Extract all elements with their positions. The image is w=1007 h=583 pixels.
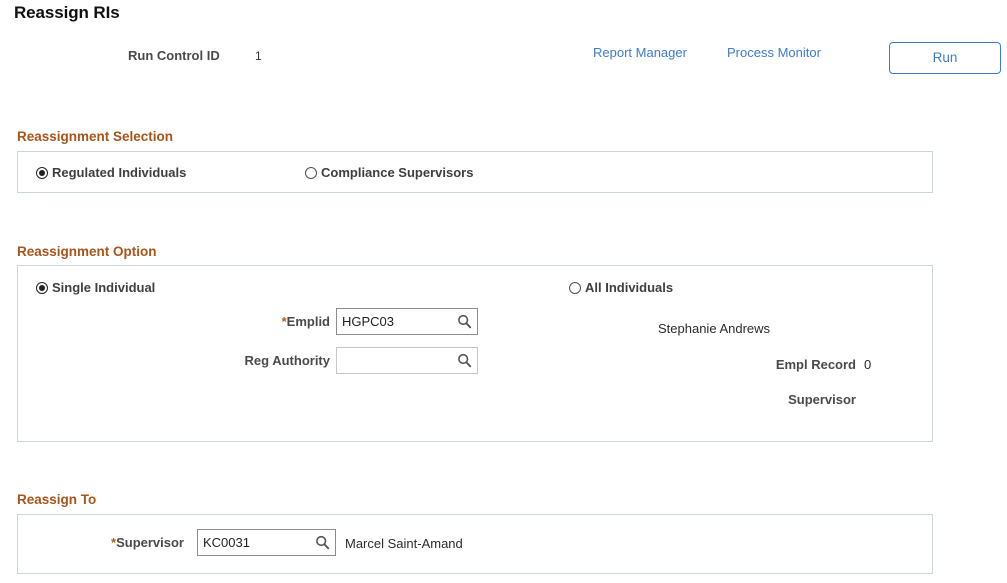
emplid-input[interactable] — [337, 309, 451, 334]
radio-single-individual-label: Single Individual — [52, 280, 156, 295]
radio-unselected-icon — [305, 166, 317, 179]
radio-selected-icon — [36, 166, 48, 179]
reg-authority-input[interactable] — [337, 348, 451, 373]
supervisor-readonly-label: Supervisor — [788, 392, 856, 407]
search-icon — [457, 353, 471, 368]
reassignment-option-header: Reassignment Option — [17, 244, 157, 259]
run-control-id-label: Run Control ID — [128, 48, 220, 63]
reassign-to-supervisor-label-text: Supervisor — [116, 535, 184, 550]
process-monitor-link[interactable]: Process Monitor — [727, 45, 821, 60]
radio-unselected-icon — [569, 281, 581, 294]
page-title: Reassign RIs — [14, 3, 120, 22]
radio-regulated-individuals-label: Regulated Individuals — [52, 165, 187, 180]
reg-authority-lookup-button[interactable] — [451, 348, 477, 373]
empl-record-label: Empl Record — [775, 357, 856, 372]
search-icon — [315, 535, 329, 550]
reassign-to-supervisor-name: Marcel Saint-Amand — [345, 536, 463, 551]
reassign-to-supervisor-field[interactable] — [197, 529, 336, 556]
radio-all-individuals[interactable]: All Individuals — [569, 280, 673, 295]
emplid-field[interactable] — [336, 308, 478, 335]
reassign-to-header: Reassign To — [17, 492, 97, 507]
radio-compliance-supervisors[interactable]: Compliance Supervisors — [305, 165, 473, 180]
radio-all-individuals-label: All Individuals — [585, 280, 674, 295]
radio-regulated-individuals[interactable]: Regulated Individuals — [36, 165, 186, 180]
empl-record-value: 0 — [864, 357, 872, 372]
emplid-lookup-button[interactable] — [451, 309, 477, 334]
radio-selected-icon — [36, 281, 48, 294]
run-button[interactable]: Run — [889, 42, 1001, 74]
run-control-id-value: 1 — [255, 49, 262, 63]
person-name-value: Stephanie Andrews — [658, 321, 771, 336]
reassignment-selection-header: Reassignment Selection — [17, 129, 174, 144]
radio-single-individual[interactable]: Single Individual — [36, 280, 155, 295]
report-manager-link[interactable]: Report Manager — [593, 45, 687, 60]
search-icon — [457, 314, 471, 329]
emplid-label: *Emplid — [190, 314, 330, 329]
reassign-to-supervisor-label: *Supervisor — [40, 535, 184, 550]
radio-compliance-supervisors-label: Compliance Supervisors — [321, 165, 474, 180]
reg-authority-label: Reg Authority — [244, 353, 330, 368]
reg-authority-field[interactable] — [336, 347, 478, 374]
reassign-to-supervisor-lookup-button[interactable] — [309, 530, 335, 555]
reassign-to-supervisor-input[interactable] — [198, 530, 309, 555]
emplid-label-text: Emplid — [286, 314, 330, 329]
